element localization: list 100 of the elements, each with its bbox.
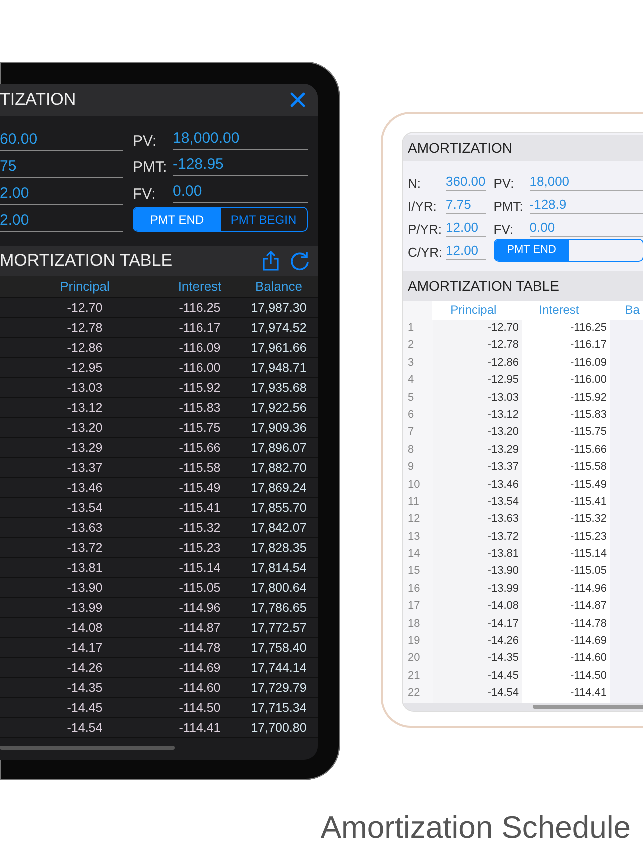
segment-button[interactable]: PMT BEGIN (220, 208, 307, 231)
row-number: 11 (403, 494, 433, 512)
input-field[interactable]: 18,000 (530, 174, 643, 191)
table-cell-text: -13.54 (66, 500, 104, 517)
input-field[interactable]: 0.00 (530, 220, 643, 237)
table-cell: -116.00 (522, 372, 610, 390)
row-number: 10 (403, 476, 433, 494)
table-cell-text: -116.25 (178, 300, 222, 317)
table-cell-text: -114.78 (178, 640, 222, 657)
table-cell-text: -115.41 (178, 500, 222, 517)
field-label: PV: (494, 176, 516, 191)
row-number: 18 (403, 616, 433, 634)
input-field[interactable]: -128.95 (173, 156, 308, 176)
table-cell-text: -12.78 (66, 320, 104, 337)
table-cell-text: -13.81 (66, 560, 104, 577)
table-cell-text: -114.41 (178, 720, 222, 737)
input-field[interactable]: 18,000.00 (173, 130, 308, 150)
table-cell: -115.41 (522, 494, 610, 512)
table-cell-text: -13.12 (66, 400, 104, 417)
column-header: Interest (518, 301, 604, 320)
table-cell-text: 17,786.65 (250, 600, 308, 617)
row-number: 13 (403, 528, 433, 546)
table-cell: -114.60 (522, 650, 610, 668)
close-icon[interactable] (290, 92, 306, 108)
field-label: N: (408, 176, 422, 191)
column-header: Interest (177, 278, 223, 296)
row-number: 3 (403, 354, 433, 372)
input-field[interactable]: 12.00 (446, 220, 486, 237)
table-cell-text: 17,961.66 (250, 340, 308, 357)
row-number: 20 (403, 650, 433, 668)
table-cell-text: -114.50 (178, 700, 222, 717)
segment-button[interactable]: PMT END (494, 240, 569, 261)
table-cell-text: -116.17 (178, 320, 222, 337)
table-cell-text: 17,700.80 (250, 720, 308, 737)
table-cell-text: 17,800.64 (250, 580, 308, 597)
share-icon[interactable] (262, 251, 280, 271)
table-cell-text: 17,987.30 (250, 300, 308, 317)
table-cell-text: -14.08 (66, 620, 104, 637)
table-cell-text: 17,922.56 (250, 400, 308, 417)
row-number: 2 (403, 337, 433, 355)
table-cell: -115.75 (522, 424, 610, 442)
table-cell: -115.58 (522, 459, 610, 477)
table-cell: -115.66 (522, 442, 610, 460)
input-field[interactable]: 2.00 (0, 185, 123, 205)
segment-button[interactable]: PMT END (134, 208, 220, 231)
table-cell-text: 17,729.79 (250, 680, 308, 697)
table-cell-text: -13.37 (66, 460, 104, 477)
scrollbar[interactable] (533, 704, 643, 709)
field-label: I/YR: (408, 199, 438, 214)
table-cell: -115.05 (522, 563, 610, 581)
table-cell-text: -14.17 (66, 640, 104, 657)
table-title: AMORTIZATION TABLE (408, 278, 560, 294)
input-field[interactable]: 75 (0, 158, 123, 178)
row-number: 6 (403, 406, 433, 424)
table-cell: -114.78 (522, 616, 610, 634)
table-cell-text: 17,909.36 (250, 420, 308, 437)
table-cell-text: -13.29 (66, 440, 104, 457)
table-cell-text: -12.86 (66, 340, 104, 357)
table-cell: -115.92 (522, 390, 610, 407)
table-cell-text: 17,744.14 (250, 660, 308, 677)
table-cell-text: -114.87 (178, 620, 222, 637)
column-header: Balance (254, 278, 304, 296)
table-cell: -115.83 (522, 406, 610, 424)
field-label: C/YR: (408, 245, 444, 260)
table-cell-text: 17,855.70 (250, 500, 308, 517)
input-field[interactable]: 7.75 (446, 197, 486, 214)
input-field[interactable]: 360.00 (446, 174, 486, 191)
row-number: 8 (403, 442, 433, 460)
table-cell-text: 17,814.54 (250, 560, 308, 577)
field-label: PMT: (133, 159, 168, 176)
field-label: PV: (133, 133, 158, 150)
input-field[interactable]: 0.00 (173, 182, 308, 203)
table-cell: -114.96 (522, 580, 610, 598)
table-cell: -116.17 (522, 337, 610, 355)
table-cell-text: 17,974.52 (250, 320, 308, 337)
field-label: P/YR: (408, 222, 443, 237)
input-field[interactable]: 60.00 (0, 131, 123, 151)
table-cell: -114.50 (522, 668, 610, 686)
screen-title: TIZATION (0, 90, 76, 110)
table-cell-text: -114.96 (178, 600, 222, 617)
table-cell-text: 17,869.24 (250, 480, 308, 497)
refresh-icon[interactable] (290, 251, 310, 271)
table-cell-text: 17,828.35 (250, 540, 308, 557)
table-cell-text: -13.03 (66, 380, 104, 397)
table-cell-text: -115.75 (178, 420, 222, 437)
field-label: FV: (494, 222, 515, 237)
table-cell-text: -13.46 (66, 480, 104, 497)
row-number: 21 (403, 668, 433, 686)
row-number: 16 (403, 580, 433, 598)
input-field[interactable]: -128.9 (530, 197, 643, 214)
input-field[interactable]: 12.00 (446, 243, 486, 260)
scrollbar[interactable] (0, 746, 175, 750)
table-cell-text: 17,896.07 (250, 440, 308, 457)
table-cell-text: -116.00 (178, 360, 222, 377)
table-cell-text: -12.95 (66, 360, 104, 377)
input-field[interactable]: 2.00 (0, 212, 123, 232)
table-cell-text: 17,935.68 (250, 380, 308, 397)
row-number: 9 (403, 459, 433, 477)
table-cell-text: -115.05 (178, 580, 222, 597)
table-cell-text: -115.49 (178, 480, 222, 497)
